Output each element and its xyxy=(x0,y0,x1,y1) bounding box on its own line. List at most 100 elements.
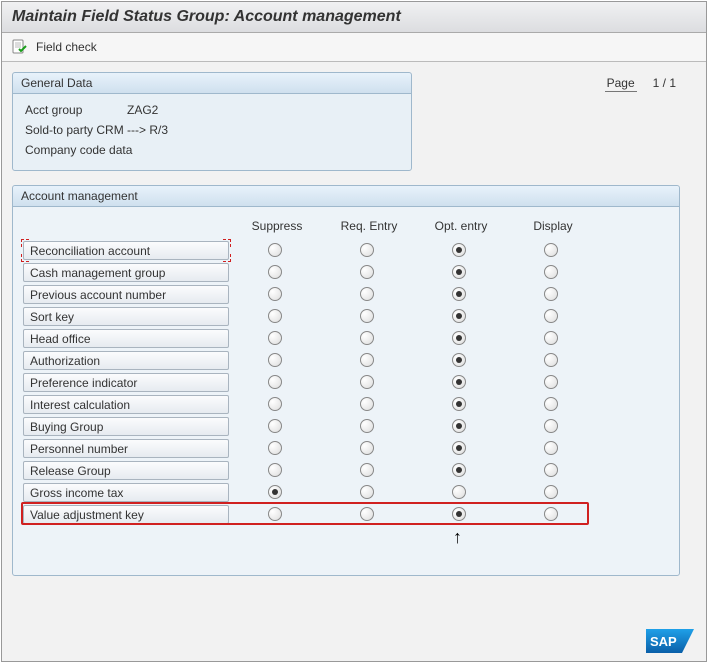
radio-option[interactable] xyxy=(268,353,282,367)
general-data-line3: Company code data xyxy=(25,140,399,160)
radio-option[interactable] xyxy=(452,507,466,521)
radio-option[interactable] xyxy=(544,419,558,433)
radio-cell xyxy=(413,265,505,280)
table-row: Buying Group xyxy=(23,415,671,437)
row-label: Gross income tax xyxy=(23,483,229,502)
radio-option[interactable] xyxy=(544,353,558,367)
field-check-icon[interactable] xyxy=(12,39,28,55)
radio-option[interactable] xyxy=(268,309,282,323)
arrow-icon: ↑ xyxy=(453,527,462,548)
table-row: Personnel number xyxy=(23,437,671,459)
acct-group-value: ZAG2 xyxy=(127,100,158,120)
radio-option[interactable] xyxy=(452,441,466,455)
radio-cell xyxy=(229,243,321,258)
radio-option[interactable] xyxy=(544,485,558,499)
radio-option[interactable] xyxy=(268,265,282,279)
radio-cell xyxy=(505,441,597,456)
radio-cell xyxy=(505,419,597,434)
radio-option[interactable] xyxy=(452,353,466,367)
page-title: Maintain Field Status Group: Account man… xyxy=(2,2,706,33)
radio-cell xyxy=(229,463,321,478)
radio-option[interactable] xyxy=(360,463,374,477)
radio-option[interactable] xyxy=(360,353,374,367)
radio-option[interactable] xyxy=(452,331,466,345)
radio-cell xyxy=(229,331,321,346)
radio-option[interactable] xyxy=(544,507,558,521)
radio-option[interactable] xyxy=(360,441,374,455)
radio-option[interactable] xyxy=(452,397,466,411)
radio-option[interactable] xyxy=(544,331,558,345)
radio-option[interactable] xyxy=(360,243,374,257)
radio-option[interactable] xyxy=(268,419,282,433)
radio-option[interactable] xyxy=(544,309,558,323)
radio-option[interactable] xyxy=(268,507,282,521)
table-row: Release Group xyxy=(23,459,671,481)
radio-option[interactable] xyxy=(452,419,466,433)
radio-option[interactable] xyxy=(360,309,374,323)
radio-option[interactable] xyxy=(452,309,466,323)
radio-option[interactable] xyxy=(360,265,374,279)
radio-option[interactable] xyxy=(452,463,466,477)
radio-cell xyxy=(229,397,321,412)
general-data-line2: Sold-to party CRM ---> R/3 xyxy=(25,120,399,140)
radio-cell xyxy=(321,353,413,368)
col-suppress: Suppress xyxy=(231,219,323,233)
radio-option[interactable] xyxy=(268,485,282,499)
account-management-header: Account management xyxy=(13,186,679,207)
radio-option[interactable] xyxy=(360,375,374,389)
radio-cell xyxy=(505,265,597,280)
radio-option[interactable] xyxy=(268,243,282,257)
row-label: Value adjustment key xyxy=(23,505,229,524)
row-label: Personnel number xyxy=(23,439,229,458)
radio-option[interactable] xyxy=(268,375,282,389)
radio-option[interactable] xyxy=(268,331,282,345)
row-label: Preference indicator xyxy=(23,373,229,392)
radio-option[interactable] xyxy=(360,397,374,411)
row-label: Buying Group xyxy=(23,417,229,436)
radio-cell xyxy=(321,507,413,522)
radio-option[interactable] xyxy=(268,441,282,455)
radio-option[interactable] xyxy=(544,397,558,411)
radio-option[interactable] xyxy=(544,441,558,455)
radio-cell xyxy=(321,243,413,258)
radio-option[interactable] xyxy=(360,485,374,499)
radio-cell xyxy=(321,419,413,434)
table-row: Interest calculation xyxy=(23,393,671,415)
radio-option[interactable] xyxy=(544,265,558,279)
radio-option[interactable] xyxy=(452,265,466,279)
radio-option[interactable] xyxy=(544,463,558,477)
table-row: Gross income tax xyxy=(23,481,671,503)
row-label: Previous account number xyxy=(23,285,229,304)
radio-option[interactable] xyxy=(360,419,374,433)
radio-cell xyxy=(413,397,505,412)
radio-cell xyxy=(321,309,413,324)
radio-option[interactable] xyxy=(452,375,466,389)
radio-option[interactable] xyxy=(544,287,558,301)
radio-cell xyxy=(321,287,413,302)
radio-cell xyxy=(321,375,413,390)
radio-option[interactable] xyxy=(268,287,282,301)
radio-option[interactable] xyxy=(544,375,558,389)
field-check-button[interactable]: Field check xyxy=(36,40,97,54)
radio-option[interactable] xyxy=(452,485,466,499)
radio-option[interactable] xyxy=(360,287,374,301)
radio-option[interactable] xyxy=(268,463,282,477)
toolbar: Field check xyxy=(2,33,706,62)
radio-cell xyxy=(413,375,505,390)
general-data-header: General Data xyxy=(13,73,411,94)
radio-cell xyxy=(413,463,505,478)
radio-cell xyxy=(413,441,505,456)
table-row: Sort key xyxy=(23,305,671,327)
radio-option[interactable] xyxy=(360,331,374,345)
radio-cell xyxy=(321,441,413,456)
radio-option[interactable] xyxy=(544,243,558,257)
radio-option[interactable] xyxy=(268,397,282,411)
radio-cell xyxy=(321,397,413,412)
account-management-panel: Account management Suppress Req. Entry O… xyxy=(12,185,680,576)
radio-cell xyxy=(229,265,321,280)
page-label: Page xyxy=(605,76,637,92)
radio-cell xyxy=(505,463,597,478)
radio-option[interactable] xyxy=(452,243,466,257)
radio-option[interactable] xyxy=(360,507,374,521)
radio-option[interactable] xyxy=(452,287,466,301)
